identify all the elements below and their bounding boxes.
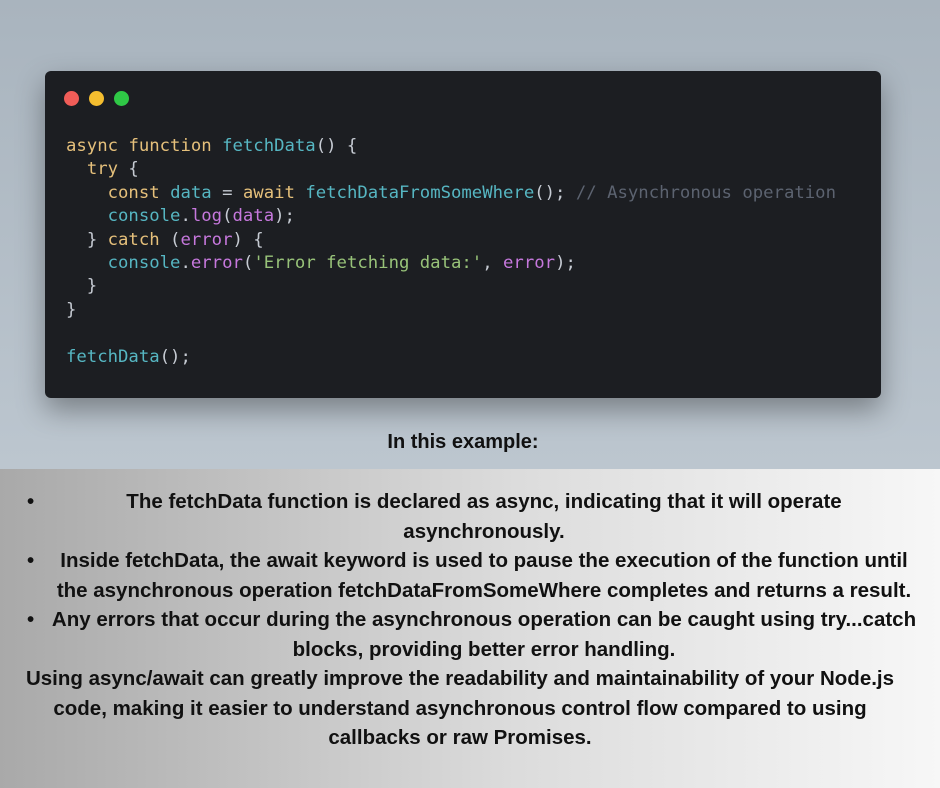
bullet-text: Any errors that occur during the asynchr… (51, 608, 917, 661)
code-line: } (66, 299, 77, 320)
bullet-item: • Inside fetchData, the await keyword is… (0, 546, 940, 605)
code-line: async function fetchData() { (66, 136, 358, 156)
code-line: const data = await fetchDataFromSomeWher… (107, 182, 836, 203)
bullet-marker: • (27, 490, 35, 513)
maximize-dot-icon (114, 91, 129, 106)
minimize-dot-icon (89, 91, 104, 106)
bullet-text: Inside fetchData, the await keyword is u… (56, 549, 912, 602)
bullet-marker: • (27, 608, 35, 631)
code-line: try { (86, 159, 139, 180)
bullet-marker: • (27, 549, 35, 572)
bullet-text: The fetchData function is declared as as… (126, 490, 842, 543)
section-heading: In this example: (387, 431, 539, 453)
code-window: async function fetchData() { try { const… (45, 71, 881, 398)
code-line: console.log(data); (107, 206, 295, 227)
explanation: • The fetchData function is declared as … (0, 487, 940, 753)
close-dot-icon (64, 91, 79, 106)
code-block: async function fetchData() { try { const… (66, 135, 836, 369)
code-line: } (66, 276, 98, 297)
code-line: } catch (error) { (86, 229, 264, 250)
code-line: console.error('Error fetching data:', er… (107, 253, 576, 274)
bullet-item: • Any errors that occur during the async… (0, 605, 940, 664)
summary-paragraph: Using async/await can greatly improve th… (25, 667, 895, 749)
code-line: fetchData(); (66, 346, 191, 367)
bullet-item: • The fetchData function is declared as … (0, 487, 940, 546)
